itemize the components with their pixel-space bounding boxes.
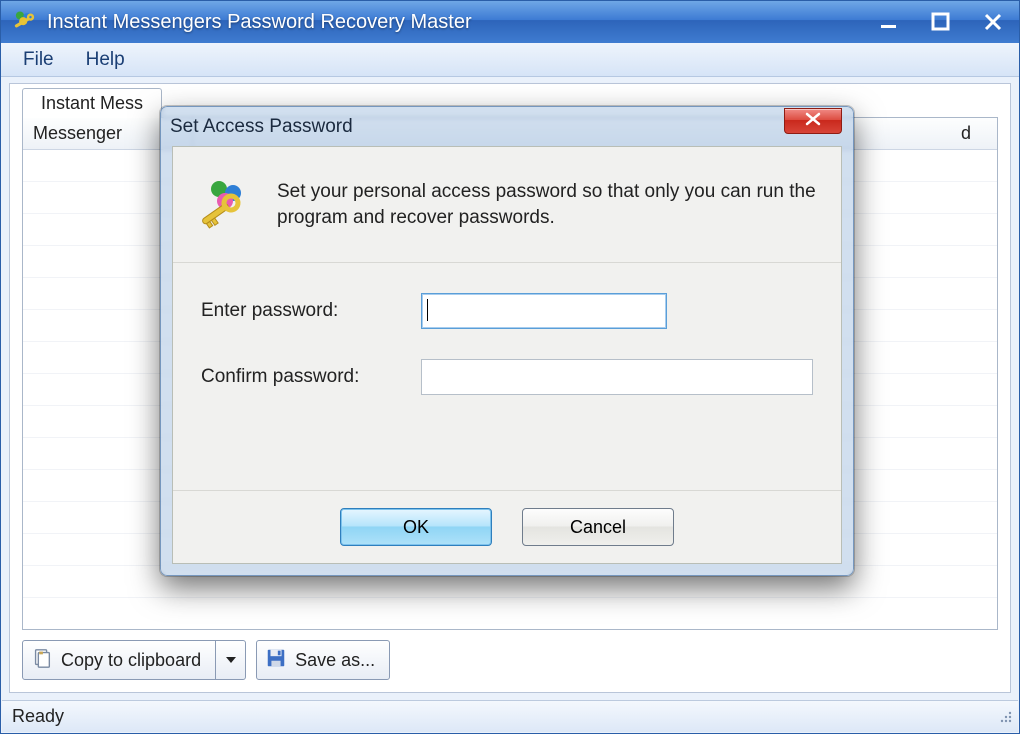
- menubar: File Help: [1, 43, 1019, 77]
- save-as-button[interactable]: Save as...: [256, 640, 390, 680]
- set-access-password-dialog: Set Access Password: [160, 106, 854, 576]
- save-label: Save as...: [295, 650, 375, 671]
- copy-icon: [31, 647, 53, 674]
- confirm-password-input[interactable]: [421, 359, 813, 395]
- key-people-icon: [197, 177, 253, 233]
- main-titlebar[interactable]: Instant Messengers Password Recovery Mas…: [1, 1, 1019, 43]
- copy-label: Copy to clipboard: [61, 650, 201, 671]
- dialog-body: Set your personal access password so tha…: [172, 146, 842, 564]
- maximize-button[interactable]: [915, 1, 967, 43]
- dialog-close-button[interactable]: [784, 108, 842, 134]
- dialog-title: Set Access Password: [170, 116, 353, 138]
- ok-button[interactable]: OK: [340, 508, 492, 546]
- chevron-down-icon: [225, 650, 237, 671]
- confirm-password-row: Confirm password:: [201, 359, 813, 395]
- text-caret: [427, 299, 428, 321]
- main-window-title: Instant Messengers Password Recovery Mas…: [47, 11, 472, 34]
- dialog-button-row: OK Cancel: [173, 491, 841, 563]
- copy-to-clipboard-button[interactable]: Copy to clipboard: [22, 640, 246, 680]
- status-text: Ready: [12, 706, 64, 727]
- menu-file[interactable]: File: [7, 45, 70, 75]
- tab-instant-messengers[interactable]: Instant Mess: [22, 88, 162, 118]
- enter-password-input[interactable]: [421, 293, 667, 329]
- window-controls: [863, 1, 1019, 43]
- copy-dropdown-button[interactable]: [215, 641, 245, 679]
- bottom-toolbar: Copy to clipboard: [22, 640, 998, 680]
- confirm-password-label: Confirm password:: [201, 366, 421, 388]
- enter-password-row: Enter password:: [201, 293, 813, 329]
- minimize-button[interactable]: [863, 1, 915, 43]
- app-key-people-icon: [11, 9, 37, 35]
- dialog-header-area: Set your personal access password so tha…: [173, 147, 841, 263]
- statusbar: Ready: [2, 700, 1018, 732]
- floppy-disk-icon: [265, 647, 287, 674]
- menu-help[interactable]: Help: [70, 45, 141, 75]
- tab-strip: Instant Mess: [22, 88, 161, 118]
- cancel-button[interactable]: Cancel: [522, 508, 674, 546]
- close-button[interactable]: [967, 1, 1019, 43]
- resize-grip-icon[interactable]: [996, 707, 1014, 730]
- dialog-description: Set your personal access password so tha…: [277, 179, 817, 230]
- enter-password-label: Enter password:: [201, 300, 421, 322]
- close-icon: [804, 112, 822, 131]
- dialog-titlebar[interactable]: Set Access Password: [170, 112, 844, 142]
- dialog-form: Enter password: Confirm password:: [173, 263, 841, 491]
